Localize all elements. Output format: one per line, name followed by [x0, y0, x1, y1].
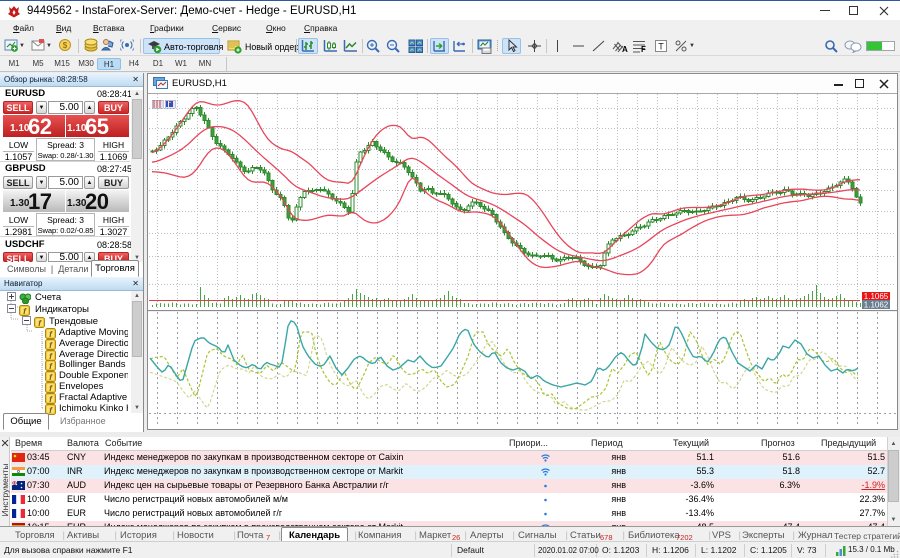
svg-text:$: $: [63, 41, 68, 50]
svg-text:F: F: [641, 45, 646, 53]
svg-text:1.1062: 1.1062: [864, 301, 889, 310]
svg-text:A: A: [622, 45, 628, 53]
svg-text:T: T: [658, 42, 664, 52]
